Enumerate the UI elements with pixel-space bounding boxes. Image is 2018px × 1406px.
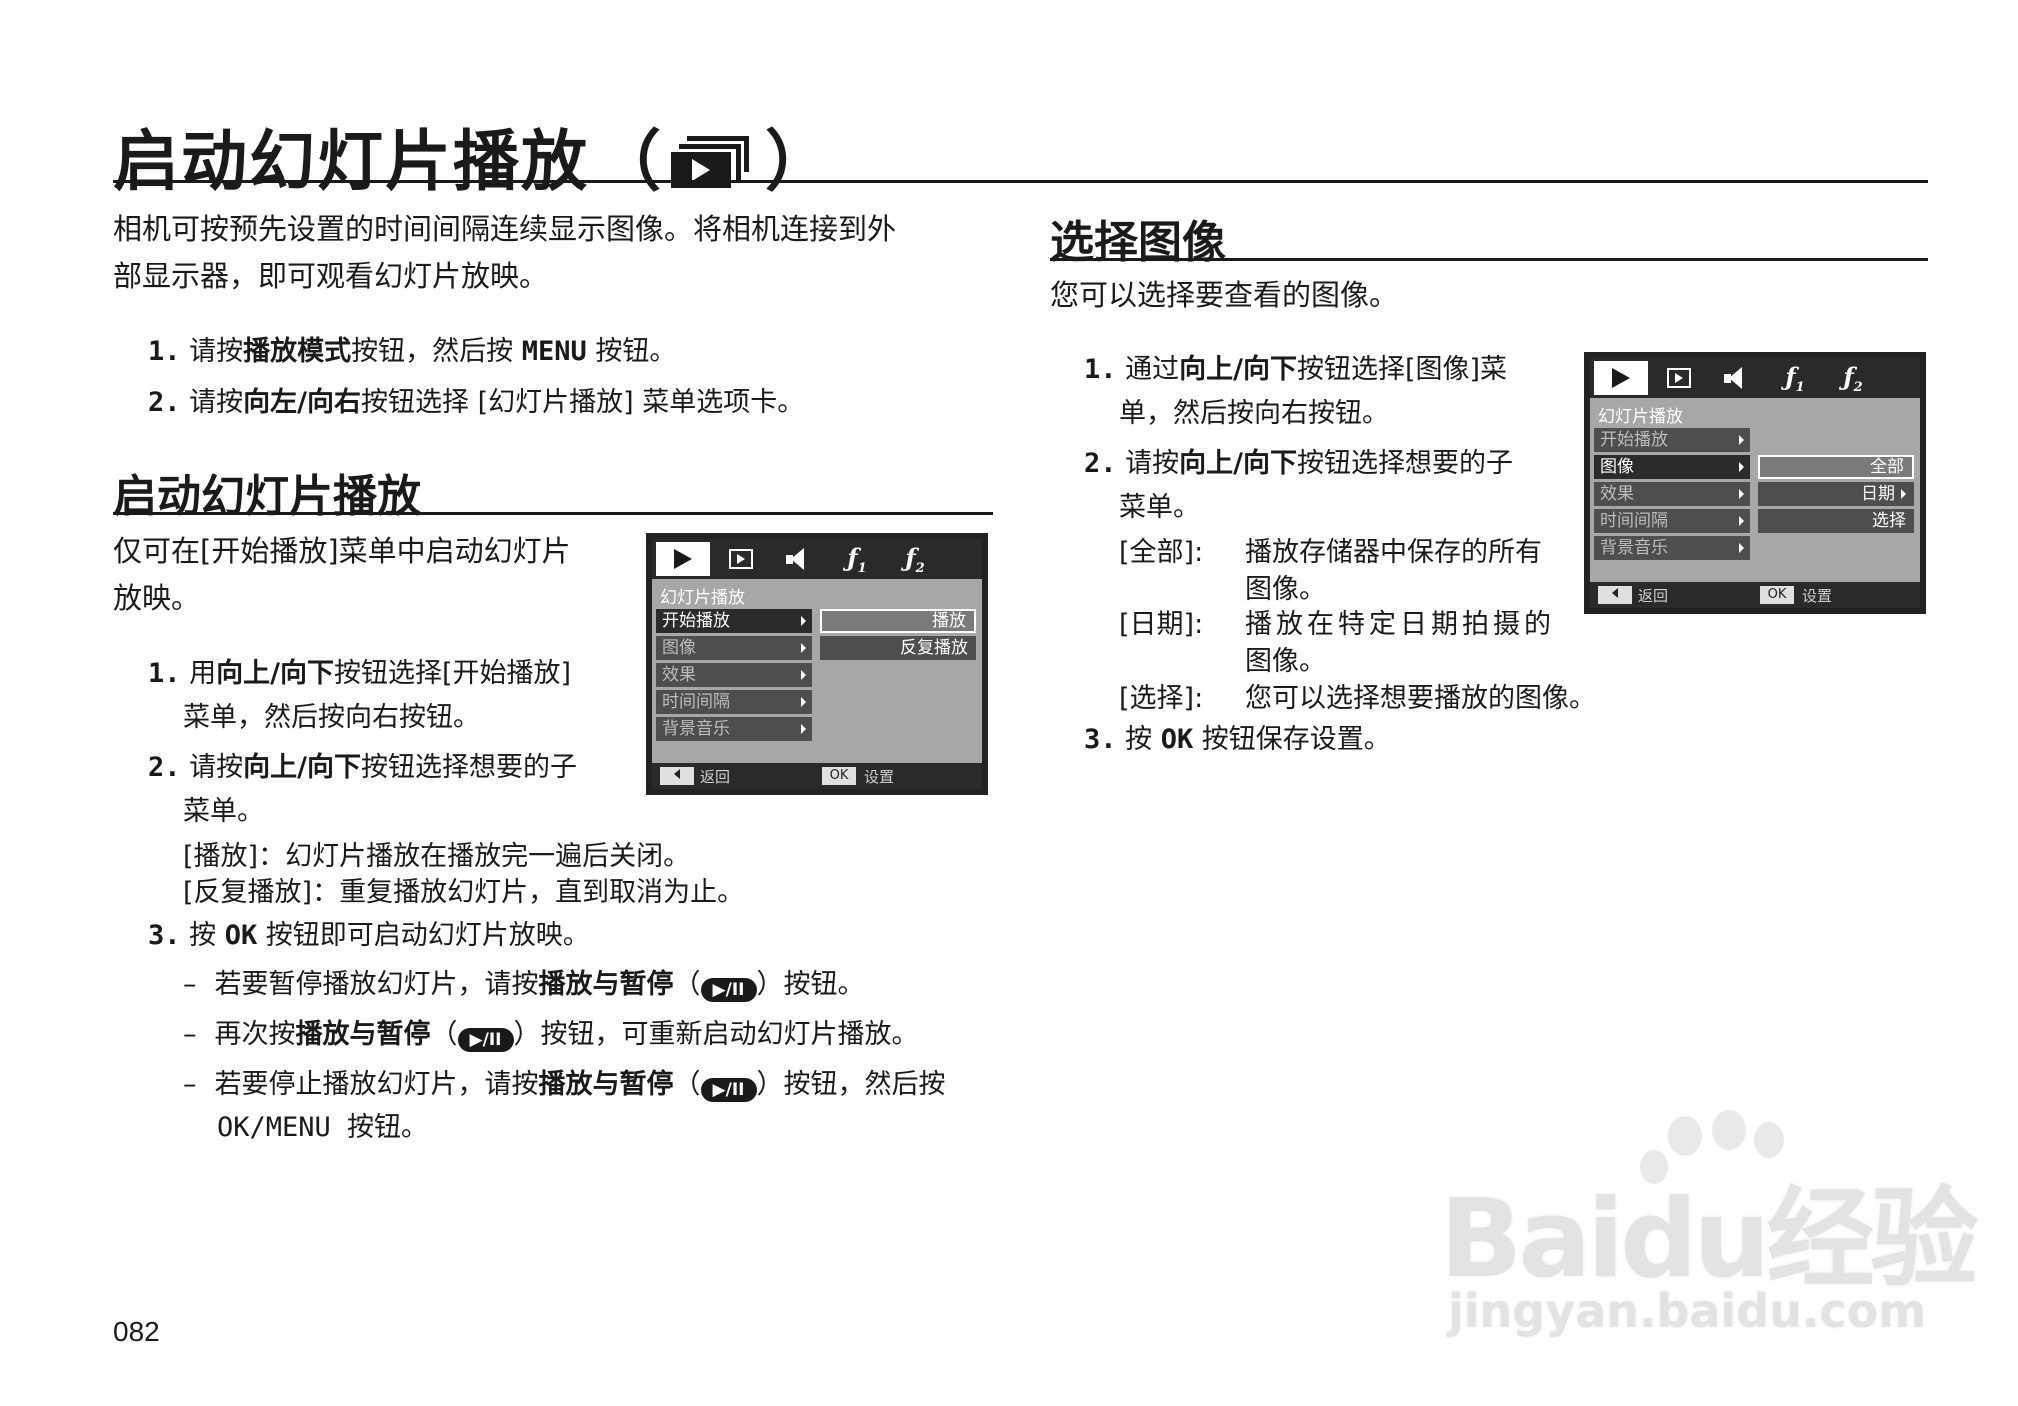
select-option-all: [全部]: 播放存储器中保存的所有 图像。 — [1119, 537, 1542, 605]
tab-slideshow — [656, 542, 710, 576]
intro-line-1: 相机可按预先设置的时间间隔连续显示图像。将相机连接到外 — [113, 212, 897, 246]
intro-line-2: 部显示器，即可观看幻灯片放映。 — [113, 259, 549, 293]
lcd-menu-item-interval: 时间间隔 — [1594, 509, 1750, 533]
tab-setup-2: ƒ2 — [888, 542, 942, 576]
lcd-bottom-bar: 返回 OK 设置 — [652, 763, 982, 789]
start-step-3: 3. 按 OK 按钮即可启动幻灯片放映。 — [148, 920, 590, 951]
lcd-tab-bar: ƒ1 ƒ2 — [652, 539, 982, 579]
baidu-watermark: Baidu经验 jingyan.baidu.com — [1440, 1110, 1978, 1350]
select-option-date: [日期]: 播放在特定日期拍摄的 图像。 — [1119, 609, 1555, 677]
start-option-play: [播放]：幻灯片播放在播放完一遍后关闭。 — [183, 841, 691, 872]
tab-sound — [770, 542, 824, 576]
tab-playback — [714, 542, 768, 576]
left-key-icon — [660, 767, 694, 785]
intro-paragraph: 相机可按预先设置的时间间隔连续显示图像。将相机连接到外 部显示器，即可观看幻灯片… — [113, 206, 896, 300]
lcd-option-repeat: 反复播放 — [820, 636, 976, 660]
tab-setup-1: ƒ1 — [1768, 361, 1822, 395]
intro-step-2: 2. 请按向左/向右按钮选择 [幻灯片播放] 菜单选项卡。 — [148, 387, 805, 418]
section-rule-start — [113, 512, 993, 515]
select-step-3: 3. 按 OK 按钮保存设置。 — [1084, 724, 1391, 755]
speaker-icon — [1722, 367, 1748, 389]
page-title: 启动幻灯片播放 （ ） — [113, 108, 839, 204]
left-key-icon — [1598, 586, 1632, 604]
play-icon — [1612, 368, 1630, 388]
select-step-1: 1. 通过向上/向下按钮选择[图像]菜 单，然后按向右按钮。 — [1084, 354, 1508, 429]
intro-step-1: 1. 请按播放模式按钮，然后按 MENU 按钮。 — [148, 336, 677, 367]
watermark-url: jingyan.baidu.com — [1448, 1284, 1927, 1338]
playback-icon — [1667, 368, 1691, 388]
camera-screen-start: ƒ1 ƒ2 幻灯片播放 开始播放 图像 效果 时间间隔 背景音乐 播放 反复播放… — [646, 533, 988, 795]
tab-setup-2: ƒ2 — [1826, 361, 1880, 395]
camera-screen-image: ƒ1 ƒ2 幻灯片播放 开始播放 图像 效果 时间间隔 背景音乐 全部 日期 选… — [1584, 352, 1926, 614]
title-rule — [113, 180, 1928, 183]
lcd-bottom-bar: 返回 OK 设置 — [1590, 582, 1920, 608]
lcd-menu-item-image: 图像 — [656, 636, 812, 660]
start-option-repeat: [反复播放]：重复播放幻灯片，直到取消为止。 — [183, 877, 745, 908]
play-icon — [674, 549, 692, 569]
lcd-menu-item-start: 开始播放 — [656, 609, 812, 633]
lcd-option-date: 日期 — [1758, 482, 1914, 506]
page-title-text: 启动幻灯片播放 — [113, 123, 589, 200]
ok-key: OK — [822, 767, 856, 785]
lcd-menu-item-effect: 效果 — [656, 663, 812, 687]
select-option-select: [选择]: 您可以选择想要播放的图像。 — [1119, 683, 1596, 714]
lcd-tab-bar: ƒ1 ƒ2 — [1590, 358, 1920, 398]
section-rule-select — [1050, 258, 1928, 261]
start-note-pause: – 若要暂停播放幻灯片，请按播放与暂停（ ▶/II ）按钮。 — [183, 969, 865, 1002]
lcd-option-play: 播放 — [820, 609, 976, 633]
wrench-icon: ƒ2 — [905, 542, 925, 576]
select-lead: 您可以选择要查看的图像。 — [1050, 278, 1399, 312]
lcd-option-all: 全部 — [1758, 455, 1914, 479]
tab-setup-1: ƒ1 — [830, 542, 884, 576]
lcd-menu-item-image: 图像 — [1594, 455, 1750, 479]
start-step-1: 1. 用向上/向下按钮选择[开始播放] 菜单，然后按向右按钮。 — [148, 658, 572, 733]
wrench-icon: ƒ1 — [1785, 361, 1805, 395]
start-step-2: 2. 请按向上/向下按钮选择想要的子 菜单。 — [148, 752, 577, 827]
lcd-menu-item-music: 背景音乐 — [656, 717, 812, 741]
tab-sound — [1708, 361, 1762, 395]
wrench-icon: ƒ1 — [847, 542, 867, 576]
playback-icon — [729, 549, 753, 569]
tab-slideshow — [1594, 361, 1648, 395]
lcd-menu-title: 幻灯片播放 — [660, 588, 745, 608]
lcd-menu-item-music: 背景音乐 — [1594, 536, 1750, 560]
page-number: 082 — [113, 1316, 160, 1347]
slideshow-icon — [671, 124, 757, 188]
start-note-resume: – 再次按播放与暂停（ ▶/II ）按钮，可重新启动幻灯片播放。 — [183, 1019, 919, 1052]
lcd-menu-item-start: 开始播放 — [1594, 428, 1750, 452]
select-step-2: 2. 请按向上/向下按钮选择想要的子 菜单。 — [1084, 448, 1513, 523]
wrench-icon: ƒ2 — [1843, 361, 1863, 395]
ok-key: OK — [1760, 586, 1794, 604]
lcd-menu-item-interval: 时间间隔 — [656, 690, 812, 714]
speaker-icon — [784, 548, 810, 570]
lcd-option-select: 选择 — [1758, 509, 1914, 533]
lcd-menu-item-effect: 效果 — [1594, 482, 1750, 506]
play-pause-icon: ▶/II — [700, 978, 757, 1002]
lcd-menu-title: 幻灯片播放 — [1598, 407, 1683, 427]
start-lead: 仅可在[开始播放]菜单中启动幻灯片 放映。 — [113, 534, 571, 615]
start-note-stop: – 若要停止播放幻灯片，请按播放与暂停（ ▶/II ）按钮，然后按 OK/MENU 按… — [183, 1069, 946, 1143]
play-pause-icon: ▶/II — [700, 1078, 757, 1102]
tab-playback — [1652, 361, 1706, 395]
play-pause-icon: ▶/II — [457, 1028, 514, 1052]
